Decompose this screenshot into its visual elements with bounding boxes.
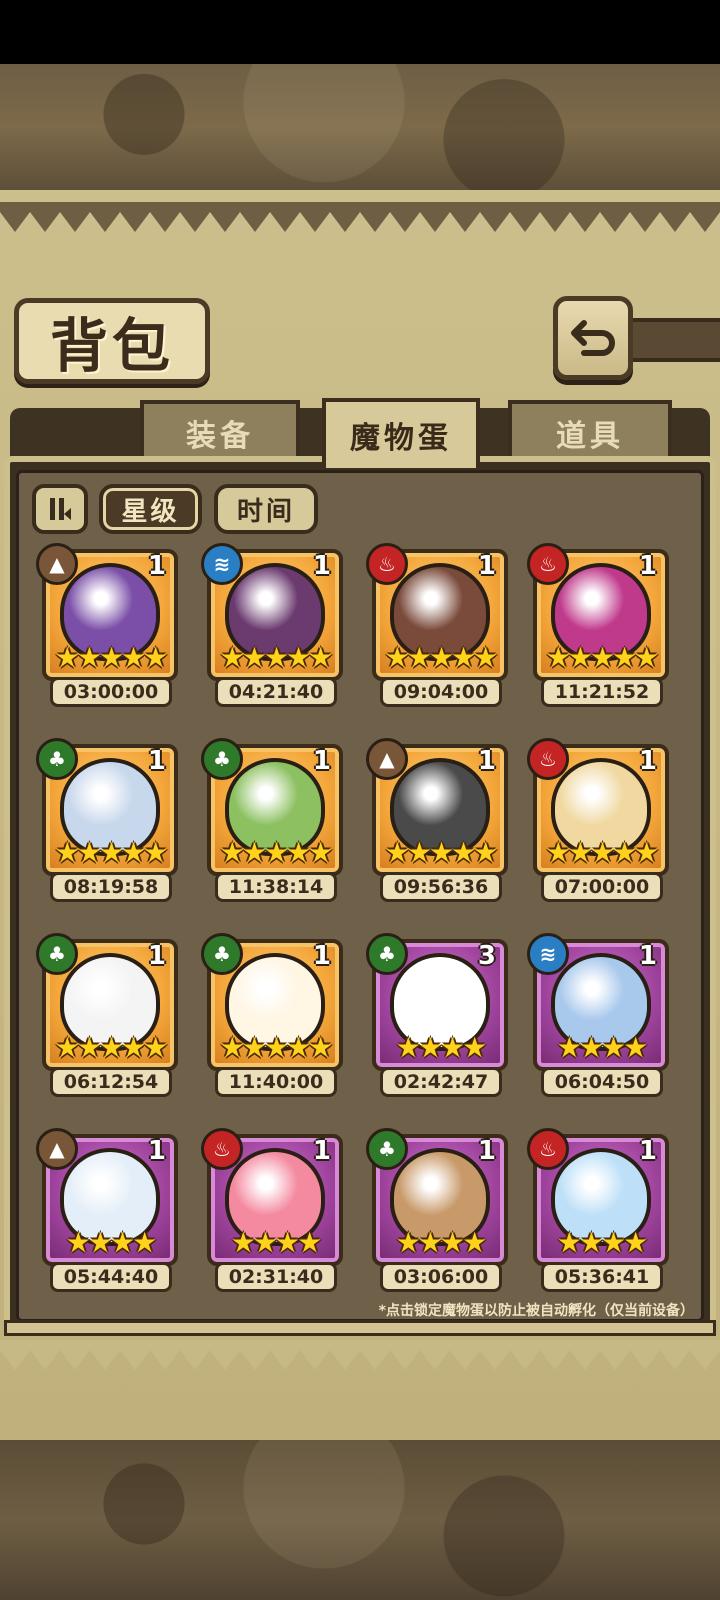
grass-element-icon: ♣	[366, 933, 408, 975]
fire-element-icon: ♨	[527, 738, 569, 780]
water-element-icon: ≋	[201, 543, 243, 585]
egg-stars: ★★★★	[395, 1226, 487, 1259]
grass-element-icon: ♣	[36, 933, 78, 975]
egg-stars: ★★★★★	[219, 836, 334, 869]
egg-count: 1	[638, 746, 657, 776]
egg-stars: ★★★★★	[384, 641, 499, 674]
page-title-plate: 背包	[14, 298, 210, 384]
egg-count: 1	[312, 551, 331, 581]
egg-hatch-timer: 04:21:40	[215, 677, 337, 707]
back-button[interactable]	[553, 296, 633, 380]
return-arrow-icon	[571, 320, 615, 356]
fire-element-icon: ♨	[366, 543, 408, 585]
egg-card[interactable]: ▲ 1 ★★★★ 05:44:40	[36, 1128, 180, 1292]
egg-stars: ★★★★★	[54, 641, 169, 674]
egg-card[interactable]: ♣ 1 ★★★★★ 06:12:54	[36, 933, 180, 1097]
egg-card[interactable]: ♣ 1 ★★★★ 03:06:00	[366, 1128, 510, 1292]
egg-stars: ★★★★★	[219, 1031, 334, 1064]
egg-count: 1	[638, 1136, 657, 1166]
egg-hatch-timer: 08:19:58	[50, 872, 172, 902]
egg-hatch-timer: 05:44:40	[50, 1262, 172, 1292]
egg-hatch-timer: 07:00:00	[541, 872, 663, 902]
egg-card[interactable]: ♣ 1 ★★★★★ 11:40:00	[201, 933, 345, 1097]
fire-element-icon: ♨	[201, 1128, 243, 1170]
panel-bottom-rail	[4, 1320, 716, 1336]
egg-card[interactable]: ♨ 1 ★★★★★ 09:04:00	[366, 543, 510, 707]
egg-card[interactable]: ♨ 1 ★★★★ 05:36:41	[527, 1128, 671, 1292]
sort-by-time-button[interactable]: 时间	[214, 484, 318, 534]
egg-hatch-timer: 05:36:41	[541, 1262, 663, 1292]
egg-card[interactable]: ≋ 1 ★★★★★ 04:21:40	[201, 543, 345, 707]
egg-stars: ★★★★	[556, 1031, 648, 1064]
egg-stars: ★★★★★	[545, 641, 660, 674]
egg-card[interactable]: ♨ 1 ★★★★★ 11:21:52	[527, 543, 671, 707]
egg-count: 1	[312, 941, 331, 971]
zigzag-border-bottom	[0, 1340, 720, 1370]
egg-stars: ★★★★★	[219, 641, 334, 674]
earth-element-icon: ▲	[366, 738, 408, 780]
egg-count: 1	[638, 551, 657, 581]
egg-count: 3	[477, 941, 496, 971]
egg-hatch-timer: 03:06:00	[380, 1262, 502, 1292]
egg-card[interactable]: ♨ 1 ★★★★★ 07:00:00	[527, 738, 671, 902]
grass-element-icon: ♣	[36, 738, 78, 780]
egg-card[interactable]: ▲ 1 ★★★★★ 09:56:36	[366, 738, 510, 902]
egg-stars: ★★★★★	[545, 836, 660, 869]
egg-count: 1	[477, 746, 496, 776]
map-background-bottom	[0, 1440, 720, 1600]
map-background-top	[0, 64, 720, 190]
egg-count: 1	[477, 1136, 496, 1166]
grass-element-icon: ♣	[201, 738, 243, 780]
grass-element-icon: ♣	[201, 933, 243, 975]
lock-hint-text: *点击锁定魔物蛋以防止被自动孵化（仅当前设备）	[378, 1303, 694, 1319]
egg-stars: ★★★★★	[384, 836, 499, 869]
egg-stars: ★★★★★	[54, 1031, 169, 1064]
status-bar-area	[0, 0, 720, 64]
egg-hatch-timer: 02:31:40	[215, 1262, 337, 1292]
egg-count: 1	[312, 746, 331, 776]
sort-by-star-button[interactable]: 星级	[99, 484, 202, 534]
egg-count: 1	[312, 1136, 331, 1166]
egg-stars: ★★★★	[556, 1226, 648, 1259]
egg-card[interactable]: ♣ 1 ★★★★★ 11:38:14	[201, 738, 345, 902]
grass-element-icon: ♣	[366, 1128, 408, 1170]
egg-count: 1	[638, 941, 657, 971]
egg-hatch-timer: 11:38:14	[215, 872, 337, 902]
egg-card[interactable]: ♣ 1 ★★★★★ 08:19:58	[36, 738, 180, 902]
tab-equipment[interactable]: 装备	[140, 400, 300, 462]
water-element-icon: ≋	[527, 933, 569, 975]
egg-stars: ★★★★	[395, 1031, 487, 1064]
egg-hatch-timer: 11:21:52	[541, 677, 663, 707]
zigzag-border-top	[0, 202, 720, 232]
back-button-rail	[630, 318, 720, 362]
egg-card[interactable]: ♣ 3 ★★★★ 02:42:47	[366, 933, 510, 1097]
egg-count: 1	[147, 1136, 166, 1166]
tab-monster-eggs[interactable]: 魔物蛋	[322, 398, 480, 468]
egg-count: 1	[147, 941, 166, 971]
egg-count: 1	[147, 551, 166, 581]
tab-items[interactable]: 道具	[508, 400, 672, 462]
egg-hatch-timer: 06:12:54	[50, 1067, 172, 1097]
page-title: 背包	[49, 312, 174, 380]
egg-stars: ★★★★	[65, 1226, 157, 1259]
earth-element-icon: ▲	[36, 1128, 78, 1170]
egg-hatch-timer: 02:42:47	[380, 1067, 502, 1097]
egg-hatch-timer: 09:56:36	[380, 872, 502, 902]
egg-hatch-timer: 11:40:00	[215, 1067, 337, 1097]
egg-card[interactable]: ▲ 1 ★★★★★ 03:00:00	[36, 543, 180, 707]
sort-order-toggle[interactable]	[32, 484, 88, 534]
fire-element-icon: ♨	[527, 543, 569, 585]
egg-hatch-timer: 03:00:00	[50, 677, 172, 707]
egg-hatch-timer: 06:04:50	[541, 1067, 663, 1097]
egg-stars: ★★★★	[230, 1226, 322, 1259]
egg-hatch-timer: 09:04:00	[380, 677, 502, 707]
egg-card[interactable]: ≋ 1 ★★★★ 06:04:50	[527, 933, 671, 1097]
egg-count: 1	[147, 746, 166, 776]
egg-stars: ★★★★★	[54, 836, 169, 869]
fire-element-icon: ♨	[527, 1128, 569, 1170]
sort-order-icon	[50, 498, 71, 520]
egg-count: 1	[477, 551, 496, 581]
earth-element-icon: ▲	[36, 543, 78, 585]
egg-card[interactable]: ♨ 1 ★★★★ 02:31:40	[201, 1128, 345, 1292]
